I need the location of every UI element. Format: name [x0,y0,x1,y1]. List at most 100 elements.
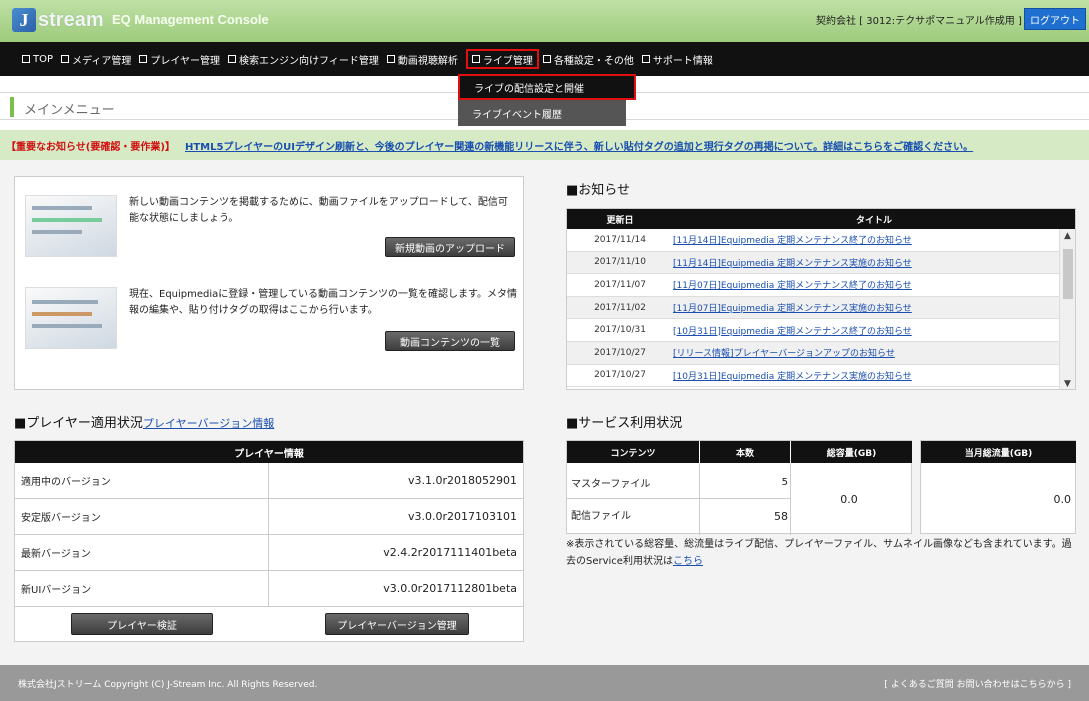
news-list: 2017/11/14 [11月14日]Equipmedia 定期メンテナンス終了の… [567,229,1075,388]
scroll-down-icon[interactable]: ▼ [1064,379,1071,389]
nav-item-top[interactable]: TOP [22,49,53,69]
menu-bullet-icon [386,55,395,63]
news-link[interactable]: [11月07日]Equipmedia 定期メンテナンス実施のお知らせ [673,301,912,314]
menu-bullet-icon [139,55,148,63]
menu-bullet-icon [641,55,650,63]
player-info-table: プレイヤー情報 適用中のバージョン v3.1.0r2018052901 安定版バー… [14,440,524,642]
menu-bullet-icon [61,55,70,63]
news-date: 2017/11/14 [594,234,646,245]
nav-item-settings[interactable]: 各種設定・その他 [542,49,634,69]
news-link[interactable]: [11月07日]Equipmedia 定期メンテナンス終了のお知らせ [673,278,912,291]
col-content: コンテンツ [567,441,699,463]
accent-bar [10,97,14,117]
row-key: 新UIバージョン [15,571,269,606]
row-value: v3.1.0r2018052901 [407,474,517,487]
news-date: 2017/11/10 [594,257,646,268]
live-dropdown-menu: ライブの配信設定と開催 ライブイベント履歴 [458,74,636,126]
news-link[interactable]: [10月31日]Equipmedia 定期メンテナンス実施のお知らせ [673,369,912,382]
logo-mark: J [12,8,36,32]
service-note-text: ※表示されている総容量、総流量はライブ配信、プレイヤーファイル、サムネイル画像な… [566,539,1072,567]
nav-item-label: TOP [33,53,54,65]
news-link[interactable]: [10月31日]Equipmedia 定期メンテナンス終了のお知らせ [673,324,912,337]
nav-item-label: 検索エンジン向けフィード管理 [239,55,379,67]
contract-info: 契約会社 [ 3012:テクサポマニュアル作成用 ] [816,16,1022,27]
news-row: 2017/10/27 [10月31日]Equipmedia 定期メンテナンス実施の… [567,365,1075,388]
page-title: メインメニュー [24,103,115,118]
service-row-count: 58 [774,509,788,523]
scroll-up-icon[interactable]: ▲ [1064,231,1071,241]
menu-bullet-icon [542,55,551,63]
news-row: 2017/11/02 [11月07日]Equipmedia 定期メンテナンス実施の… [567,296,1075,320]
nav-item-support[interactable]: サポート情報 [641,49,713,69]
footer: 株式会社Jストリーム Copyright (C) J-Stream Inc. A… [0,665,1089,701]
upload-panel: 新しい動画コンテンツを掲載するために、動画ファイルをアップロードして、配信可能な… [14,176,524,390]
nav-item-player[interactable]: プレイヤー管理 [139,49,220,69]
news-panel: 更新日 タイトル 2017/11/14 [11月14日]Equipmedia 定期… [566,208,1076,390]
player-version-link[interactable]: プレイヤーバージョン情報 [143,417,274,430]
scroll-thumb[interactable] [1063,249,1073,299]
faq-contact-link[interactable]: [ よくあるご質問 お問い合わせはこちらから ] [884,677,1071,690]
service-status-title: ■サービス利用状況 [566,416,683,431]
service-table: コンテンツ 本数 総容量(GB) マスターファイル 5 配信ファイル 58 0.… [566,440,912,535]
table-row: 安定版バージョン v3.0.0r2017103101 [15,499,523,535]
list-thumbnail [25,287,117,349]
service-row-name: 配信ファイル [571,510,631,522]
table-row: 適用中のバージョン v3.1.0r2018052901 [15,463,523,499]
col-total: 総容量(GB) [791,441,912,463]
notice-label: 【重要なお知らせ(要確認・要作業)】 [6,141,175,153]
upload-thumbnail [25,195,117,257]
news-row: 2017/11/14 [11月14日]Equipmedia 定期メンテナンス終了の… [567,229,1075,252]
month-value: 0.0 [1053,492,1072,506]
notice-link[interactable]: HTML5プレイヤーのUIデザイン刷新と、今後のプレイヤー関連の新機能リリースに… [185,138,973,153]
player-version-button[interactable]: プレイヤーバージョン管理 [325,613,469,635]
list-description: 現在、Equipmediaに登録・管理している動画コンテンツの一覧を確認します。… [129,289,517,316]
news-row: 2017/11/10 [11月14日]Equipmedia 定期メンテナンス実施の… [567,251,1075,275]
news-link[interactable]: [11月14日]Equipmedia 定期メンテナンス終了のお知らせ [673,233,912,246]
news-link[interactable]: [リリース情報]プレイヤーバージョンアップのお知らせ [673,346,895,359]
menu-bullet-icon [471,55,480,63]
nav-item-label: 動画視聴解析 [397,55,458,67]
jstream-logo[interactable]: J stream [12,6,104,34]
player-table-header: プレイヤー情報 [15,441,523,463]
news-row: 2017/10/27 [リリース情報]プレイヤーバージョンアップのお知らせ [567,341,1075,365]
dropdown-item-live-history[interactable]: ライブイベント履歴 [458,100,626,126]
col-divider [699,463,700,535]
console-title: EQ Management Console [112,12,269,27]
upload-video-button[interactable]: 新規動画のアップロード [385,237,515,257]
nav-item-label: プレイヤー管理 [150,55,221,67]
player-verify-button[interactable]: プレイヤー検証 [71,613,213,635]
player-status-title: ■プレイヤー適用状況プレイヤーバージョン情報 [14,412,274,431]
total-value: 0.0 [840,492,858,506]
logo-text: stream [38,8,104,31]
row-value: v3.0.0r2017103101 [407,510,517,523]
news-col-title: タイトル [855,215,892,226]
upload-description: 新しい動画コンテンツを掲載するために、動画ファイルをアップロードして、配信可能な… [129,197,508,224]
logout-button[interactable]: ログアウト [1024,8,1086,30]
row-key: 最新バージョン [15,535,269,570]
nav-item-media[interactable]: メディア管理 [61,49,131,69]
nav-item-analytics[interactable]: 動画視聴解析 [386,49,458,69]
video-list-button[interactable]: 動画コンテンツの一覧 [385,331,515,351]
nav-item-label: ライブ管理 [482,55,533,67]
news-link[interactable]: [11月14日]Equipmedia 定期メンテナンス実施のお知らせ [673,256,912,269]
nav-item-feed[interactable]: 検索エンジン向けフィード管理 [228,49,379,69]
news-scrollbar[interactable]: ▲ ▼ [1059,229,1075,389]
news-date: 2017/10/27 [594,370,646,381]
row-value: v2.4.2r2017111401beta [383,546,517,559]
news-col-date: 更新日 [606,215,634,226]
news-date: 2017/10/31 [594,325,646,336]
service-history-link[interactable]: こちら [673,556,703,567]
dropdown-item-live-settings[interactable]: ライブの配信設定と開催 [458,74,636,100]
service-note: ※表示されている総容量、総流量はライブ配信、プレイヤーファイル、サムネイル画像な… [566,536,1076,570]
service-row-name: マスターファイル [571,478,651,490]
col-count: 本数 [700,441,790,463]
col-month: 当月総流量(GB) [921,441,1076,463]
player-status-label: ■プレイヤー適用状況 [14,416,143,431]
copyright: 株式会社Jストリーム Copyright (C) J-Stream Inc. A… [18,680,318,690]
news-header: 更新日 タイトル [567,209,1075,229]
nav-item-live[interactable]: ライブ管理 [465,49,539,69]
menu-bullet-icon [22,55,30,63]
nav-item-label: 各種設定・その他 [553,55,634,67]
monthly-flow-table: 当月総流量(GB) 0.0 [920,440,1076,534]
table-row: 最新バージョン v2.4.2r2017111401beta [15,535,523,571]
